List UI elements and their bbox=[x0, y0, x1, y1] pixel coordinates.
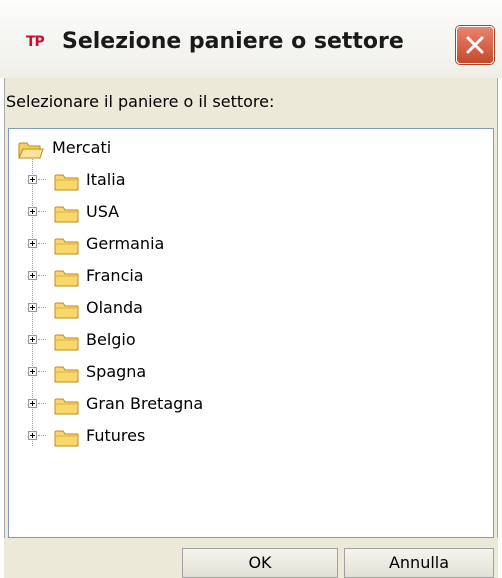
expand-icon[interactable] bbox=[28, 271, 37, 280]
tree-connector bbox=[38, 211, 46, 212]
tree-node-label: USA bbox=[86, 202, 120, 221]
tree-connector bbox=[38, 403, 46, 404]
tree-node-label: Italia bbox=[86, 170, 126, 189]
folder-icon bbox=[54, 270, 79, 287]
expand-icon[interactable] bbox=[28, 367, 37, 376]
tree-node-label: Francia bbox=[86, 266, 144, 285]
tree-connector bbox=[38, 243, 46, 244]
expand-icon[interactable] bbox=[28, 335, 37, 344]
folder-icon bbox=[54, 398, 79, 415]
tree-node-label: Futures bbox=[86, 426, 146, 445]
dialog-window: TP Selezione paniere o settore Seleziona… bbox=[0, 0, 502, 578]
tree-connector bbox=[38, 435, 46, 436]
tree-node-spagna[interactable]: Spagna bbox=[14, 360, 314, 386]
tree-node-label: Gran Bretagna bbox=[86, 394, 204, 413]
folder-icon bbox=[54, 238, 79, 255]
ok-button[interactable]: OK bbox=[182, 548, 338, 578]
tree-node-label: Germania bbox=[86, 234, 165, 253]
tree-node-belgio[interactable]: Belgio bbox=[14, 328, 314, 354]
folder-icon bbox=[54, 302, 79, 319]
close-button[interactable] bbox=[456, 26, 494, 64]
tree-connector bbox=[38, 179, 46, 180]
tree-node-germania[interactable]: Germania bbox=[14, 232, 314, 258]
tree-node-francia[interactable]: Francia bbox=[14, 264, 314, 290]
folder-icon bbox=[54, 366, 79, 383]
expand-icon[interactable] bbox=[28, 207, 37, 216]
tree-connector bbox=[38, 275, 46, 276]
folder-icon bbox=[54, 206, 79, 223]
close-icon bbox=[466, 36, 484, 54]
tree-node-gran-bretagna[interactable]: Gran Bretagna bbox=[14, 392, 314, 418]
tree-root-label: Mercati bbox=[52, 138, 112, 157]
tree-node-usa[interactable]: USA bbox=[14, 200, 314, 226]
tree-node-label: Spagna bbox=[86, 362, 147, 381]
folder-icon bbox=[54, 334, 79, 351]
folder-open-icon bbox=[18, 142, 44, 159]
expand-icon[interactable] bbox=[28, 399, 37, 408]
title-bar[interactable]: TP Selezione paniere o settore bbox=[0, 0, 502, 78]
tree-node-futures[interactable]: Futures bbox=[14, 424, 314, 450]
tree-node-olanda[interactable]: Olanda bbox=[14, 296, 314, 322]
expand-icon[interactable] bbox=[28, 175, 37, 184]
tree-connector bbox=[38, 339, 46, 340]
tree-root-node[interactable]: Mercati bbox=[14, 136, 214, 162]
expand-icon[interactable] bbox=[28, 239, 37, 248]
app-logo-icon: TP bbox=[26, 34, 45, 50]
expand-icon[interactable] bbox=[28, 303, 37, 312]
expand-icon[interactable] bbox=[28, 431, 37, 440]
cancel-button[interactable]: Annulla bbox=[344, 548, 494, 578]
folder-icon bbox=[54, 430, 79, 447]
tree-connector bbox=[38, 307, 46, 308]
prompt-label: Selezionare il paniere o il settore: bbox=[6, 92, 275, 111]
folder-icon bbox=[54, 174, 79, 191]
tree-node-italia[interactable]: Italia bbox=[14, 168, 314, 194]
tree-connector bbox=[38, 371, 46, 372]
window-title: Selezione paniere o settore bbox=[62, 29, 404, 54]
tree-node-label: Olanda bbox=[86, 298, 143, 317]
tree-node-label: Belgio bbox=[86, 330, 136, 349]
